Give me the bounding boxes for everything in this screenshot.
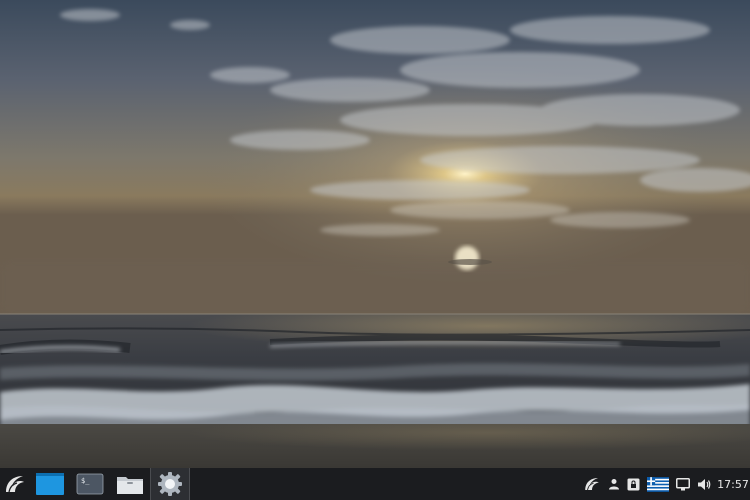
tray-keyboard-layout[interactable] — [647, 468, 669, 500]
svg-text:$_: $_ — [81, 477, 90, 485]
terminal-icon: $_ — [76, 473, 104, 495]
desktop[interactable]: $_ 17:57 — [0, 0, 750, 500]
monitor-icon — [676, 477, 690, 490]
desktop-wallpaper — [0, 0, 750, 468]
show-desktop-button[interactable] — [30, 468, 70, 500]
file-manager-button[interactable] — [110, 468, 150, 500]
logo-swirl-icon — [585, 478, 599, 491]
greek-flag-icon — [647, 476, 669, 492]
launcher-area: $_ — [0, 468, 190, 500]
tray-volume[interactable] — [697, 468, 711, 500]
folder-icon — [117, 477, 143, 494]
logo-swirl-icon — [6, 476, 24, 493]
start-menu-button[interactable] — [0, 468, 30, 500]
user-icon — [609, 479, 619, 490]
desktop-window-icon — [36, 473, 64, 495]
settings-button[interactable] — [150, 468, 190, 500]
tray-keyring[interactable] — [627, 468, 640, 500]
gear-icon — [158, 472, 182, 496]
terminal-button[interactable]: $_ — [70, 468, 110, 500]
system-tray: 17:57 — [583, 468, 750, 500]
lock-icon — [627, 478, 640, 490]
tray-user[interactable] — [608, 468, 620, 500]
speaker-icon — [698, 478, 711, 490]
tray-display[interactable] — [676, 468, 690, 500]
taskbar: $_ 17:57 — [0, 468, 750, 500]
clock[interactable]: 17:57 — [718, 468, 748, 500]
tray-logo[interactable] — [583, 468, 601, 500]
